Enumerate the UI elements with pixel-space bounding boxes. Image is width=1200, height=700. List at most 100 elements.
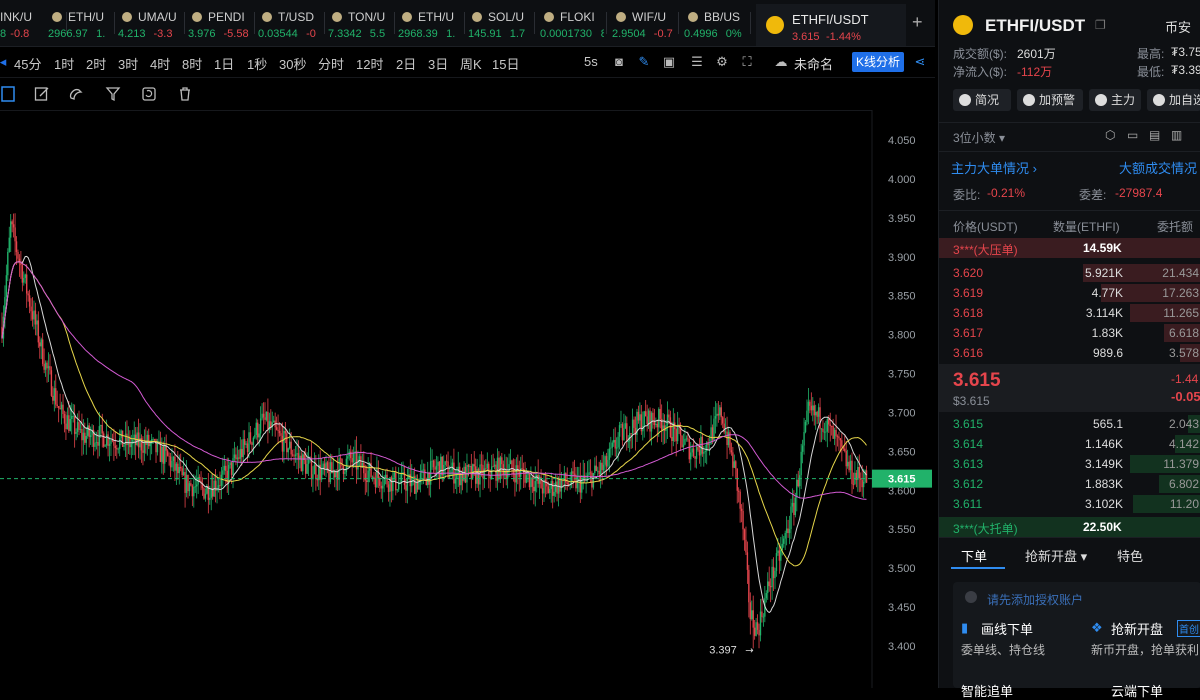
- active-tab-change: -1.44%: [826, 31, 861, 43]
- interval-0[interactable]: 45分: [14, 54, 41, 73]
- symbol-tab[interactable]: T/USD 0.03544 -0: [258, 6, 322, 42]
- filter-icon[interactable]: [105, 86, 121, 102]
- symbol-tab[interactable]: WIF/U 2.9504 -0.7: [612, 6, 676, 42]
- orderbook-row[interactable]: 3.611 3.102K 11.20: [939, 494, 1200, 514]
- coin-icon: [544, 12, 554, 22]
- candlestick-chart[interactable]: 4.050 4.000 3.950 3.900 3.850 3.800 3.750 3.700…: [0, 110, 935, 688]
- interval-10[interactable]: 12时: [356, 54, 383, 73]
- interval-8[interactable]: 30秒: [279, 54, 306, 73]
- layout-name[interactable]: 未命名: [794, 54, 833, 73]
- add-auth-account-notice[interactable]: 请先添加授权账户: [987, 591, 1083, 608]
- camera-icon[interactable]: ◙: [612, 55, 626, 69]
- interval-5[interactable]: 8时: [182, 54, 202, 73]
- candle-body: [501, 457, 503, 465]
- hex-settings-icon[interactable]: ⬡: [1105, 128, 1115, 142]
- last-price-tag-label: 3.615: [888, 474, 916, 486]
- overview-button[interactable]: 简况: [953, 89, 1011, 111]
- symbol-tab[interactable]: PENDI 3.976 -5.58: [188, 6, 252, 42]
- candle-body: [37, 320, 40, 343]
- trash-icon[interactable]: [177, 86, 193, 102]
- interval-7[interactable]: 1秒: [247, 54, 267, 73]
- candle-body: [845, 451, 847, 467]
- radio-icon[interactable]: [965, 591, 977, 603]
- main-force-button[interactable]: 主力: [1089, 89, 1141, 111]
- tab-separator: [534, 12, 535, 34]
- candle-body: [225, 465, 227, 471]
- large-trade-link[interactable]: 大额成交情况: [1119, 158, 1197, 177]
- layout-icon[interactable]: ▣: [662, 55, 676, 69]
- copy-icon[interactable]: ❐: [1095, 18, 1106, 32]
- symbol-tab[interactable]: SOL/U 145.91 1.7: [468, 6, 532, 42]
- orderbook-row[interactable]: 3.612 1.883K 6.802: [939, 474, 1200, 494]
- orderbook-row[interactable]: 3.620 5.921K 21.434: [939, 263, 1200, 283]
- edit-icon[interactable]: [34, 86, 50, 102]
- interval-6[interactable]: 1日: [214, 54, 234, 73]
- add-tab-icon[interactable]: +: [912, 12, 923, 33]
- tab-order[interactable]: 下单: [961, 546, 987, 565]
- symbol-tab[interactable]: FLOKI 0.0001730 8: [540, 6, 604, 42]
- active-symbol-tab[interactable]: ETHFI/USDT 3.615 -1.44%: [756, 4, 906, 46]
- orderbook-row[interactable]: 3.616 989.6 3.578: [939, 343, 1200, 363]
- interval-2[interactable]: 2时: [86, 54, 106, 73]
- interval-13[interactable]: 周K: [460, 54, 482, 73]
- main-order-link[interactable]: 主力大单情况 ›: [951, 158, 1037, 177]
- orderbook-row[interactable]: 3.615 565.1 2.043: [939, 414, 1200, 434]
- interval-9[interactable]: 分时: [318, 54, 344, 73]
- magnet-icon[interactable]: [68, 86, 84, 102]
- feature-cloud-order-title[interactable]: 云端下单: [1111, 681, 1163, 700]
- candle-body: [839, 438, 842, 441]
- book-layout-icon[interactable]: ▭: [1127, 128, 1138, 142]
- candle-body: [560, 480, 563, 492]
- candle-body: [591, 472, 593, 488]
- interval-12[interactable]: 3日: [428, 54, 448, 73]
- orderbook-row[interactable]: 3.617 1.83K 6.618: [939, 323, 1200, 343]
- bookmark-icon[interactable]: [0, 86, 16, 102]
- candle-body: [829, 424, 831, 427]
- symbol-tab[interactable]: UMA/U 4.213 -3.3: [118, 6, 182, 42]
- pen-icon[interactable]: ✎: [637, 55, 651, 69]
- fullscreen-icon[interactable]: ⛶: [740, 55, 754, 69]
- symbol-tab[interactable]: TON/U 7.3342 5.5: [328, 6, 392, 42]
- book-bids-icon[interactable]: ▥: [1171, 128, 1182, 142]
- collapse-left-icon[interactable]: ◂: [0, 55, 10, 69]
- candle-body: [685, 438, 688, 440]
- candle-body: [49, 366, 51, 371]
- interval-14[interactable]: 15日: [492, 54, 519, 73]
- decimals-select[interactable]: 3位小数 ▾: [953, 129, 1005, 146]
- cloud-icon[interactable]: ☁: [774, 55, 788, 69]
- tab-new-listing[interactable]: 抢新开盘 ▾: [1025, 546, 1087, 565]
- candle-body: [293, 455, 295, 457]
- symbol-tab[interactable]: ETH/U 2966.97 1.: [48, 6, 112, 42]
- kline-analysis-button[interactable]: K线分析: [852, 52, 904, 72]
- candle-body: [700, 436, 702, 456]
- feature-draw-order-title[interactable]: 画线下单: [981, 619, 1033, 638]
- add-watchlist-button[interactable]: 加自选: [1147, 89, 1200, 111]
- share-icon[interactable]: ⋖: [913, 55, 927, 69]
- feature-smart-follow-title[interactable]: 智能追单: [961, 681, 1013, 700]
- orderbook-row[interactable]: 3.618 3.114K 11.265: [939, 303, 1200, 323]
- orderbook-row[interactable]: 3.619 4.77K 17.263: [939, 283, 1200, 303]
- y-tick-label: 4.050: [888, 135, 916, 147]
- row-price: 3.614: [953, 437, 984, 451]
- symbol-tab[interactable]: BB/US 0.4996 0%: [684, 6, 748, 42]
- refresh-icon[interactable]: [141, 86, 157, 102]
- candle-body: [415, 482, 417, 494]
- add-alert-button[interactable]: 加预警: [1017, 89, 1083, 111]
- interval-4[interactable]: 4时: [150, 54, 170, 73]
- interval-11[interactable]: 2日: [396, 54, 416, 73]
- settings-icon[interactable]: ⚙: [715, 55, 729, 69]
- candle-body: [472, 464, 474, 478]
- symbol-tab[interactable]: ETH/U 2968.39 1.: [398, 6, 462, 42]
- interval-3[interactable]: 3时: [118, 54, 138, 73]
- tab-feature[interactable]: 特色: [1117, 546, 1143, 565]
- book-asks-icon[interactable]: ▤: [1149, 128, 1160, 142]
- fivesec-button[interactable]: 5s: [584, 54, 598, 69]
- indicator-icon[interactable]: ☰: [690, 55, 704, 69]
- candle-body: [155, 438, 157, 453]
- orderbook-row[interactable]: 3.614 1.146K 4.142: [939, 434, 1200, 454]
- y-tick-label: 3.800: [888, 330, 916, 342]
- feature-new-listing-title[interactable]: 抢新开盘: [1111, 619, 1163, 638]
- orderbook-row[interactable]: 3.613 3.149K 11.379: [939, 454, 1200, 474]
- interval-1[interactable]: 1时: [54, 54, 74, 73]
- candle-body: [769, 586, 772, 588]
